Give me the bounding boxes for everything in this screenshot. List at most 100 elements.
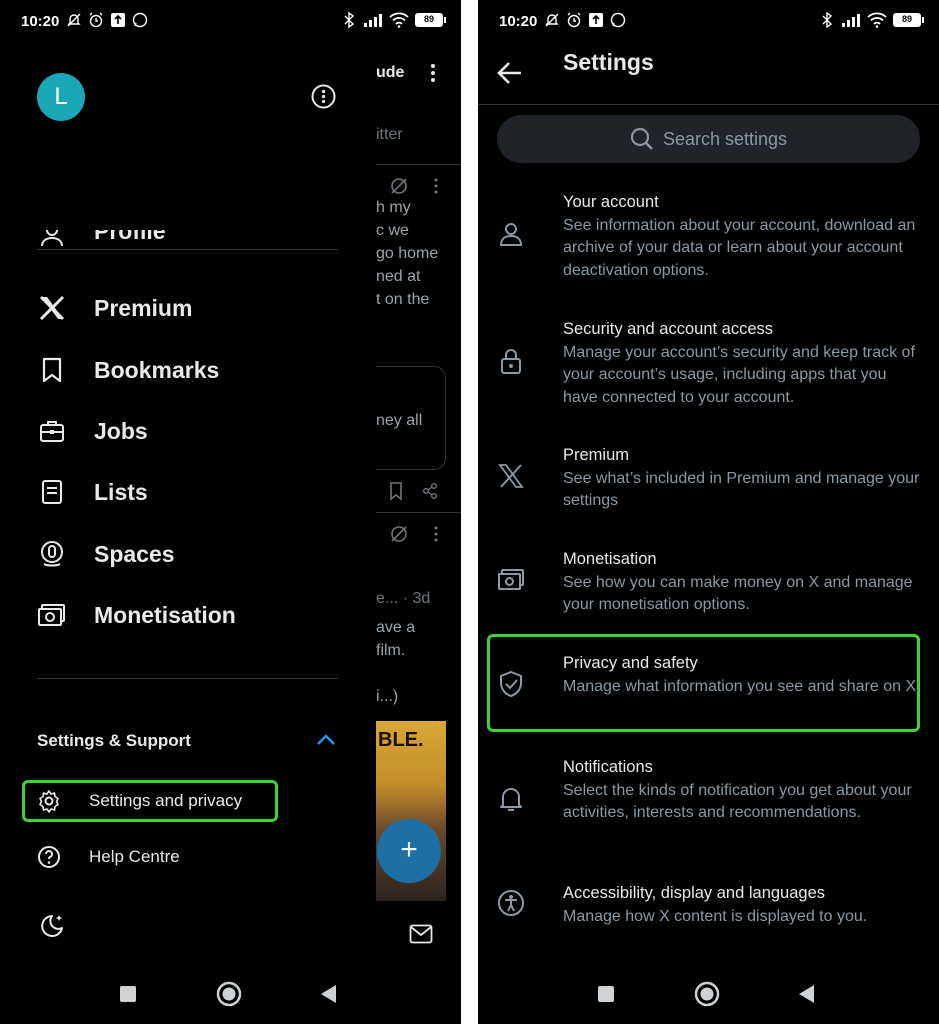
search-settings-input[interactable]: Search settings <box>497 115 920 163</box>
timeline-fragment: ned at <box>376 268 421 285</box>
gear-icon <box>39 790 59 813</box>
menu-item-label: Spaces <box>94 540 175 567</box>
post-more-icon[interactable] <box>433 526 439 542</box>
settings-and-privacy-item[interactable]: Settings and privacy <box>37 786 242 816</box>
settings-item-description: See what’s included in Premium and manag… <box>563 470 920 510</box>
signal-icon <box>364 14 382 27</box>
menu-item-label: Monetisation <box>94 601 236 628</box>
chevron-up-icon[interactable] <box>316 733 336 747</box>
settings-item-description: Select the kinds of notification you get… <box>563 782 912 822</box>
timeline-fragment: c we <box>376 222 409 239</box>
briefcase-icon <box>37 416 67 446</box>
page-title: Settings <box>563 49 654 75</box>
status-right-icons: 89 <box>341 12 446 28</box>
shield-icon <box>500 670 522 698</box>
status-bar: 10:20 89 <box>0 0 461 44</box>
settings-item-title: Security and account access <box>563 320 774 338</box>
whatsapp-icon <box>132 12 148 28</box>
back-button[interactable] <box>793 980 821 1008</box>
avatar[interactable]: L <box>37 73 85 121</box>
help-icon <box>38 846 60 868</box>
settings-support-header[interactable]: Settings & Support <box>37 731 191 751</box>
alarm-icon <box>89 12 103 28</box>
status-left-icons <box>66 12 148 28</box>
menu-item-monetisation[interactable]: Monetisation <box>37 595 236 635</box>
muted-bell-icon <box>67 13 81 27</box>
upload-icon <box>589 13 603 27</box>
menu-item-label: Premium <box>94 294 193 321</box>
grok-icon[interactable] <box>390 177 408 195</box>
alarm-icon <box>567 12 581 28</box>
compose-fab-button[interactable]: + <box>377 819 441 883</box>
signal-icon <box>842 14 860 27</box>
bookmark-action-icon[interactable] <box>389 482 403 500</box>
help-centre-label: Help Centre <box>89 847 180 866</box>
bell-icon <box>500 788 522 811</box>
search-icon <box>630 127 653 150</box>
grok-icon[interactable] <box>390 525 408 543</box>
status-bar: 10:20 89 <box>478 0 939 44</box>
system-navigation-bar <box>478 964 939 1024</box>
back-button[interactable] <box>315 980 343 1008</box>
timeline-fragment: ney all <box>376 412 423 429</box>
menu-item-jobs[interactable]: Jobs <box>37 411 148 451</box>
timeline-divider <box>362 512 461 513</box>
menu-item-label: Lists <box>94 478 148 505</box>
right-phone-screen: 10:20 89 Settings Search settings Your a… <box>478 0 939 1024</box>
timeline-fragment: i...) <box>376 688 399 705</box>
settings-item-description: Manage how X content is displayed to you… <box>563 908 868 925</box>
settings-item-description: See information about your account, down… <box>563 217 916 279</box>
header-divider <box>478 104 939 105</box>
settings-item-title: Privacy and safety <box>563 654 698 672</box>
lock-icon <box>501 349 521 374</box>
left-phone-screen: ude itter h my c we go home ned at t on … <box>0 0 461 1024</box>
share-icon[interactable] <box>422 483 438 499</box>
x-logo-icon <box>498 464 524 488</box>
home-button[interactable] <box>693 980 721 1008</box>
menu-item-label: Profile <box>94 230 166 244</box>
mail-icon[interactable] <box>409 924 433 944</box>
settings-item-description: Manage what information you see and shar… <box>563 678 921 695</box>
settings-and-privacy-label: Settings and privacy <box>89 791 243 810</box>
timeline-fragment: ude <box>376 64 405 81</box>
timeline-more-icon[interactable] <box>428 62 438 84</box>
battery-indicator: 89 <box>893 13 924 27</box>
timeline-fragment: h my <box>376 199 411 216</box>
settings-item-description: See how you can make money on X and mana… <box>563 574 913 614</box>
help-centre-item[interactable]: Help Centre <box>37 842 180 872</box>
wifi-icon <box>867 12 887 28</box>
more-options-icon[interactable] <box>311 84 336 109</box>
menu-item-bookmarks[interactable]: Bookmarks <box>37 350 219 390</box>
spaces-icon <box>37 539 67 569</box>
timeline-fragment: go home <box>376 245 439 262</box>
recents-button[interactable] <box>592 980 620 1008</box>
system-navigation-bar <box>0 964 461 1024</box>
status-left-icons <box>544 12 626 28</box>
settings-item-description: Manage your account’s security and keep … <box>563 344 915 406</box>
section-divider <box>37 678 338 679</box>
recents-button[interactable] <box>114 980 142 1008</box>
battery-indicator: 89 <box>415 13 446 27</box>
back-arrow-icon[interactable] <box>496 60 524 86</box>
settings-item-title: Premium <box>563 446 630 464</box>
menu-item-label: Bookmarks <box>94 356 220 383</box>
timeline-fragment: t on the <box>376 291 430 308</box>
menu-item-spaces[interactable]: Spaces <box>37 534 175 574</box>
money-icon <box>498 569 524 590</box>
dark-mode-icon[interactable] <box>38 912 66 940</box>
home-button[interactable] <box>215 980 243 1008</box>
person-icon <box>41 230 63 247</box>
menu-item-lists[interactable]: Lists <box>37 472 148 512</box>
menu-item-premium[interactable]: Premium <box>37 288 192 328</box>
menu-item-profile[interactable]: Profile <box>37 230 166 256</box>
timeline-fragment: itter <box>376 126 403 143</box>
post-more-icon[interactable] <box>433 178 439 194</box>
bookmark-icon <box>37 355 67 385</box>
profile-divider <box>37 249 338 250</box>
settings-item-title: Your account <box>563 193 659 211</box>
timeline-fragment: film. <box>376 642 406 659</box>
accessibility-icon <box>498 890 524 916</box>
status-time: 10:20 <box>499 13 538 30</box>
bluetooth-icon <box>344 12 355 28</box>
upload-icon <box>111 13 125 27</box>
